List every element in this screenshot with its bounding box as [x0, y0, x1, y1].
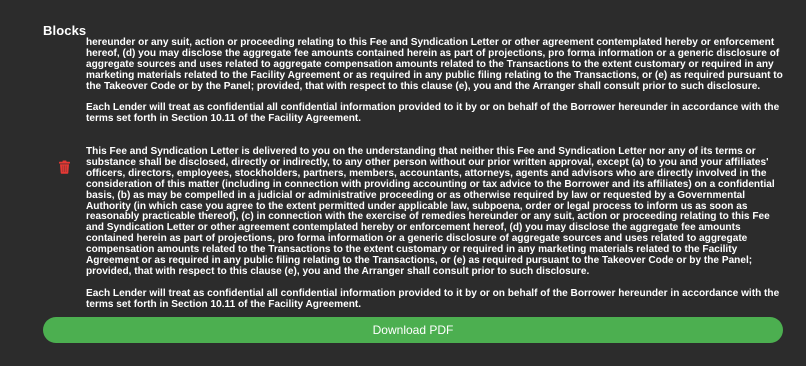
trash-icon[interactable]	[58, 160, 71, 174]
section-title: Blocks	[43, 23, 87, 38]
block-paragraph: Each Lender will treat as confidential a…	[86, 287, 780, 310]
block-paragraph: Each Lender will treat as confidential a…	[86, 102, 780, 125]
text-block: This Fee and Syndication Letter is deliv…	[86, 146, 786, 311]
trash-icon-graphic	[59, 160, 70, 174]
block-paragraph: hereunder or any suit, action or proceed…	[86, 37, 783, 92]
text-block: hereunder or any suit, action or proceed…	[86, 37, 786, 125]
blocks-page: Blocks hereunder or any suit, action or …	[0, 0, 806, 366]
block-paragraph: This Fee and Syndication Letter is deliv…	[86, 146, 775, 277]
download-pdf-button[interactable]: Download PDF	[43, 317, 783, 343]
